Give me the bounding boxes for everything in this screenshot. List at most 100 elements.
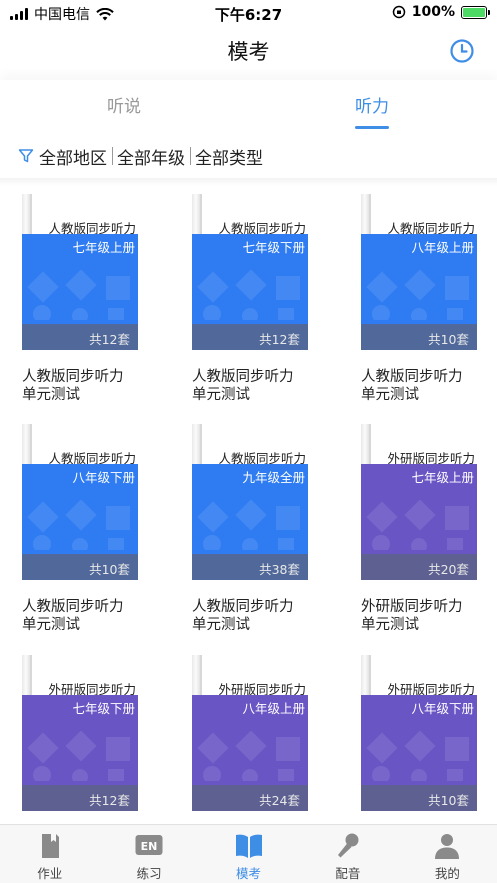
- book-grade: 九年级全册: [242, 470, 305, 485]
- book-cover: 人教版同步听力 九年级全册 共38套: [192, 424, 308, 580]
- count-band: 共12套: [192, 324, 308, 350]
- user-icon: [435, 834, 460, 859]
- set-count: 共10套: [89, 562, 130, 577]
- cover-panel: 七年级下册共12套: [22, 695, 138, 811]
- set-count: 共24套: [259, 793, 300, 808]
- filter-divider: [190, 147, 191, 165]
- filter-icon: [18, 149, 34, 163]
- book-card[interactable]: 人教版同步听力 八年级上册 共10套 人教版同步听力 单元测试: [361, 194, 479, 404]
- filter-region[interactable]: 全部地区: [39, 144, 112, 169]
- bottom-tab-label: 配音: [335, 866, 361, 881]
- clock-icon[interactable]: [449, 38, 475, 64]
- book-card[interactable]: 外研版同步听力 八年级上册 共24套: [192, 655, 310, 824]
- book-grade: 八年级下册: [72, 470, 135, 485]
- book-title: 人教版同步听力 单元测试: [192, 598, 310, 634]
- book-grade: 八年级上册: [242, 701, 305, 716]
- book-title-line: 人教版同步听力: [192, 599, 294, 615]
- book-title-line: 人教版同步听力: [22, 369, 124, 385]
- cover-panel: 八年级上册共24套: [192, 695, 308, 811]
- book-grade: 七年级下册: [72, 701, 135, 716]
- filter-divider: [112, 147, 113, 165]
- set-count: 共12套: [259, 332, 300, 347]
- count-band: 共24套: [192, 785, 308, 811]
- cover-panel: 八年级下册共10套: [361, 695, 477, 811]
- book-grade: 七年级上册: [72, 240, 135, 255]
- book-card[interactable]: 外研版同步听力 八年级下册 共10套: [361, 655, 479, 824]
- orientation-lock-icon: [392, 5, 405, 19]
- bottom-tab-mock-exam[interactable]: 模考: [199, 825, 298, 883]
- book-title-line: 人教版同步听力: [22, 599, 124, 615]
- book-cover: 人教版同步听力 八年级上册 共10套: [361, 194, 477, 350]
- cover-pattern: [197, 731, 300, 781]
- tab-listening[interactable]: 听力: [312, 92, 432, 117]
- cover-pattern: [27, 270, 130, 320]
- filter-grade[interactable]: 全部年级: [117, 144, 190, 169]
- microphone-icon: [337, 833, 359, 858]
- book-title-line: 单元测试: [192, 387, 250, 403]
- filter-type[interactable]: 全部类型: [195, 144, 268, 169]
- set-count: 共12套: [89, 332, 130, 347]
- battery-icon: [461, 5, 490, 19]
- book-cover: 外研版同步听力 七年级上册 共20套: [361, 424, 477, 580]
- tab-listen-speak[interactable]: 听说: [64, 92, 184, 117]
- book-grade: 七年级下册: [242, 240, 305, 255]
- active-tab-indicator: [355, 126, 389, 129]
- cover-pattern: [366, 731, 469, 781]
- cover-panel: 八年级下册共10套: [22, 464, 138, 580]
- cover-panel: 八年级上册 共10套: [361, 234, 477, 350]
- bottom-tab-dubbing[interactable]: 配音: [298, 825, 397, 883]
- book-title-line: 外研版同步听力: [361, 599, 463, 615]
- cover-panel: 七年级上册共20套: [361, 464, 477, 580]
- book-cover: 外研版同步听力 八年级下册 共10套: [361, 655, 477, 811]
- count-band: 共12套: [22, 785, 138, 811]
- cover-pattern: [27, 731, 130, 781]
- bottom-tab-homework[interactable]: 作业: [0, 825, 99, 883]
- book-title: 人教版同步听力 单元测试: [192, 368, 310, 404]
- set-count: 共38套: [259, 562, 300, 577]
- count-band: 共20套: [361, 554, 477, 580]
- book-card[interactable]: 外研版同步听力 七年级下册 共12套: [22, 655, 140, 824]
- book-cover: 人教版同步听力 八年级下册 共10套: [22, 424, 138, 580]
- bottom-tab-label: 作业: [37, 866, 63, 881]
- book-title-line: 人教版同步听力: [192, 369, 294, 385]
- book-cover: 人教版同步听力 七年级上册 共12套: [22, 194, 138, 350]
- book-title-line: 单元测试: [361, 387, 419, 403]
- homework-icon: [41, 834, 59, 858]
- book-title-line: 人教版同步听力: [361, 369, 463, 385]
- bottom-tab-practice[interactable]: EN 练习: [99, 825, 198, 883]
- book-card[interactable]: 人教版同步听力 七年级上册共12套人教版同步听力 单元测试: [22, 194, 140, 404]
- cover-pattern: [366, 270, 469, 320]
- book-grade: 八年级下册: [411, 701, 474, 716]
- book-title-line: 单元测试: [22, 617, 80, 633]
- bottom-tab-label: 练习: [136, 866, 162, 881]
- cover-panel: 九年级全册共38套: [192, 464, 308, 580]
- nav-bar: 模考: [0, 26, 497, 76]
- book-card[interactable]: 人教版同步听力 九年级全册共38套人教版同步听力 单元测试: [192, 424, 310, 634]
- book-title: 外研版同步听力 单元测试: [361, 598, 479, 634]
- filter-shadow: [0, 178, 497, 186]
- bottom-tab-label: 我的: [434, 866, 460, 881]
- bottom-tab-bar: 作业 EN 练习 模考 配音 我的: [0, 824, 497, 883]
- book-card[interactable]: 人教版同步听力 八年级下册共10套人教版同步听力 单元测试: [22, 424, 140, 634]
- bottom-tab-label: 模考: [236, 866, 262, 881]
- cover-panel: 七年级下册共12套: [192, 234, 308, 350]
- cover-pattern: [27, 500, 130, 550]
- book-grid: 人教版同步听力 七年级上册 共12套 人教版同步听力 单元测试 人教版同步听力 七年级下册共…: [0, 194, 497, 824]
- count-band: 共12套: [22, 324, 138, 350]
- book-card[interactable]: 外研版同步听力 七年级上册共20套外研版同步听力 单元测试: [361, 424, 479, 634]
- book-title: 人教版同步听力 单元测试: [22, 598, 140, 634]
- set-count: 共12套: [89, 793, 130, 808]
- set-count: 共20套: [428, 562, 469, 577]
- cover-pattern: [366, 500, 469, 550]
- book-title: 人教版同步听力 单元测试: [22, 368, 140, 404]
- count-band: 共10套: [361, 785, 477, 811]
- cover-panel: 七年级上册共12套: [22, 234, 138, 350]
- count-band: 共10套: [361, 324, 477, 350]
- book-title: 人教版同步听力 单元测试: [361, 368, 479, 404]
- book-grade: 七年级上册: [411, 470, 474, 485]
- book-title-line: 单元测试: [192, 617, 250, 633]
- cover-pattern: [197, 270, 300, 320]
- bottom-tab-profile[interactable]: 我的: [398, 825, 497, 883]
- mode-tabs: 听说 听力: [0, 80, 497, 130]
- book-card[interactable]: 人教版同步听力 七年级下册共12套人教版同步听力 单元测试: [192, 194, 310, 404]
